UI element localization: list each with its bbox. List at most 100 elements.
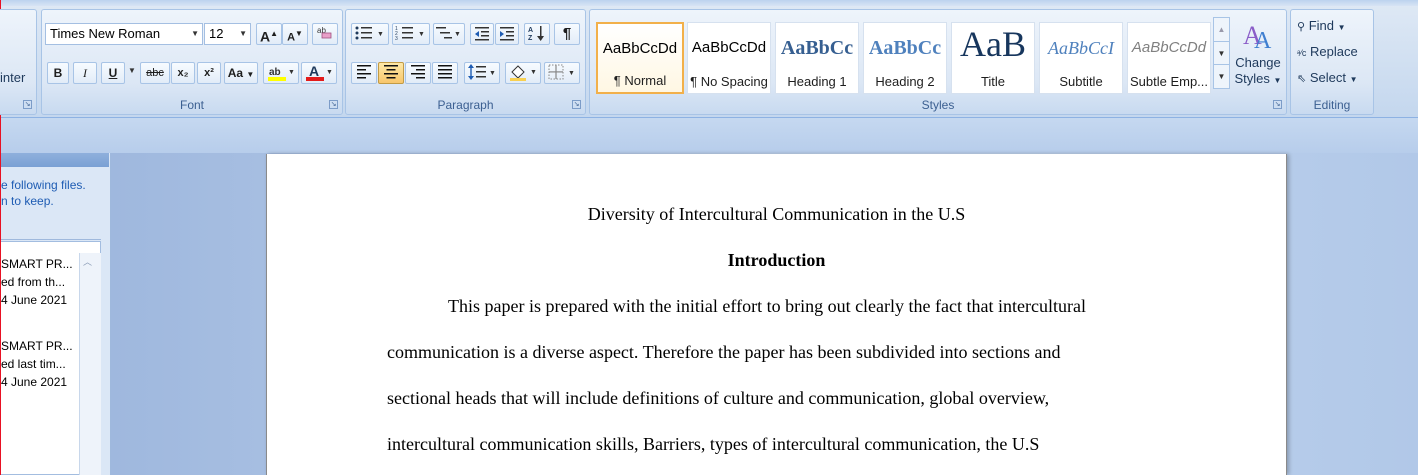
justify-button[interactable]	[432, 62, 458, 84]
recovery-message: e following files. n to keep.	[1, 177, 109, 209]
style-normal[interactable]: AaBbCcDd ¶ Normal	[596, 22, 684, 94]
style-sample: AaBbCcDd	[691, 39, 767, 56]
decrease-indent-button[interactable]	[470, 23, 494, 45]
chevron-down-icon: ▼	[246, 70, 255, 79]
pilcrow-icon: ¶	[562, 25, 572, 42]
change-styles-line1: Change	[1235, 55, 1281, 70]
chevron-down-icon: ▼	[1349, 75, 1358, 84]
style-heading-2[interactable]: AaBbCc Heading 2	[863, 22, 947, 94]
font-name-combo[interactable]: Times New Roman ▼	[45, 23, 203, 45]
divider	[1, 239, 101, 240]
clear-formatting-button[interactable]: ab	[312, 23, 338, 45]
paragraph-launcher-icon[interactable]: ↘	[572, 100, 581, 109]
align-center-button[interactable]	[378, 62, 404, 84]
gallery-more-icon[interactable]: ▼	[1214, 64, 1229, 88]
style-subtitle[interactable]: AaBbCcI Subtitle	[1039, 22, 1123, 94]
change-styles-line2: Styles	[1234, 71, 1270, 86]
subscript-button[interactable]: x₂	[171, 62, 195, 84]
shading-button[interactable]: ▼	[505, 62, 541, 84]
highlighter-icon: ab ▼	[268, 67, 295, 81]
svg-text:A: A	[1254, 28, 1272, 52]
replace-icon: ᵃ⁄c	[1297, 48, 1307, 58]
scroll-up-icon[interactable]: ︿	[83, 255, 92, 268]
change-case-button[interactable]: Aa ▼	[224, 62, 258, 84]
ribbon-top-line	[1, 0, 1418, 6]
svg-text:▼: ▼	[326, 69, 333, 76]
increase-indent-icon	[500, 27, 514, 41]
align-center-icon	[384, 65, 398, 79]
style-title[interactable]: AaB Title	[951, 22, 1035, 94]
svg-text:3: 3	[395, 36, 398, 42]
document-page[interactable]: Diversity of Intercultural Communication…	[266, 154, 1287, 475]
clipboard-launcher-icon[interactable]: ↘	[23, 100, 32, 109]
clear-formatting-icon: ab	[317, 26, 332, 39]
align-right-button[interactable]	[405, 62, 431, 84]
shrink-font-icon: A	[287, 31, 296, 44]
shrink-font-button[interactable]: A▼	[282, 23, 308, 45]
numbering-button[interactable]: 1 2 3 ▼	[392, 23, 430, 45]
svg-text:▼: ▼	[288, 69, 295, 76]
clipboard-group: inter ↘	[0, 9, 37, 115]
scroll-down-icon[interactable]: ▼	[1214, 41, 1229, 64]
document-line-2: communication is a diverse aspect. There…	[387, 342, 1061, 362]
italic-button[interactable]: I	[73, 62, 97, 84]
underline-button[interactable]: U	[101, 62, 125, 84]
recovery-message-line1: e following files.	[1, 178, 86, 192]
style-sample: AaBbCcI	[1048, 38, 1114, 58]
scroll-up-icon[interactable]: ▲	[1214, 18, 1229, 41]
style-name: ¶ No Spacing	[690, 74, 768, 89]
recovered-file-2-name[interactable]: SMART PR...	[1, 337, 77, 355]
svg-text:A: A	[528, 27, 533, 34]
font-launcher-icon[interactable]: ↘	[329, 100, 338, 109]
grow-font-button[interactable]: A▲	[256, 23, 282, 45]
borders-button[interactable]: ▼	[544, 62, 580, 84]
chevron-down-icon[interactable]: ▼	[128, 66, 136, 75]
change-styles-icon: A A	[1243, 21, 1272, 54]
svg-text:▼: ▼	[489, 70, 496, 77]
style-sample: AaBbCcDd	[602, 40, 678, 57]
find-button[interactable]: ⚲ Find ▼	[1297, 16, 1371, 36]
select-button[interactable]: ⇖ Select ▼	[1297, 68, 1371, 88]
style-name: Subtle Emp...	[1129, 74, 1209, 89]
document-recovery-pane: e following files. n to keep. ︿ SMART PR…	[1, 153, 111, 475]
svg-text:▼: ▼	[568, 70, 575, 77]
style-sample: AaBbCc	[868, 37, 942, 59]
paragraph-group: ▼ 1 2 3 ▼ ▼ AZ ¶ ▼ ▼ ▼ Paragraph ↘	[345, 9, 586, 115]
sort-button[interactable]: AZ	[524, 23, 550, 45]
font-color-icon: A ▼	[306, 63, 333, 81]
binoculars-icon: ⚲	[1297, 21, 1306, 33]
font-size-combo[interactable]: 12 ▼	[204, 23, 251, 45]
line-spacing-button[interactable]: ▼	[464, 62, 500, 84]
document-line-3: sectional heads that will include defini…	[387, 388, 1050, 408]
style-sample: AaBbCc	[780, 37, 854, 59]
replace-button[interactable]: ᵃ⁄c Replace	[1297, 42, 1371, 62]
show-hide-marks-button[interactable]: ¶	[554, 23, 580, 45]
svg-text:Z: Z	[528, 35, 533, 42]
style-no-spacing[interactable]: AaBbCcDd ¶ No Spacing	[687, 22, 771, 94]
strikethrough-button[interactable]: abc	[140, 62, 170, 84]
format-painter-button[interactable]: inter	[0, 70, 25, 85]
superscript-button[interactable]: x²	[197, 62, 221, 84]
style-sample: AaBbCcDd	[1131, 39, 1207, 56]
chevron-down-icon: ▼	[1337, 23, 1346, 32]
styles-launcher-icon[interactable]: ↘	[1273, 100, 1282, 109]
style-subtle-emphasis[interactable]: AaBbCcDd Subtle Emp...	[1127, 22, 1211, 94]
align-right-icon	[411, 65, 425, 79]
font-color-button[interactable]: A ▼	[301, 62, 337, 84]
style-heading-1[interactable]: AaBbCc Heading 1	[775, 22, 859, 94]
bold-button[interactable]: B	[47, 62, 69, 84]
recovered-file-1-name[interactable]: SMART PR...	[1, 255, 77, 273]
multilevel-list-button[interactable]: ▼	[433, 23, 465, 45]
styles-group-label: Styles	[921, 98, 955, 112]
svg-text:▼: ▼	[377, 31, 384, 38]
bullets-button[interactable]: ▼	[351, 23, 389, 45]
change-styles-button[interactable]: A A Change Styles ▼	[1232, 16, 1284, 100]
decrease-indent-icon	[475, 27, 489, 41]
highlight-button[interactable]: ab ▼	[263, 62, 299, 84]
recovery-list-scrollbar[interactable]: ︿	[79, 253, 101, 475]
sort-icon: AZ	[528, 26, 544, 42]
align-left-button[interactable]	[351, 62, 377, 84]
increase-indent-button[interactable]	[495, 23, 519, 45]
recovered-file-1-status: ed from th...	[1, 275, 66, 289]
recovery-message-line2: n to keep.	[1, 194, 54, 208]
